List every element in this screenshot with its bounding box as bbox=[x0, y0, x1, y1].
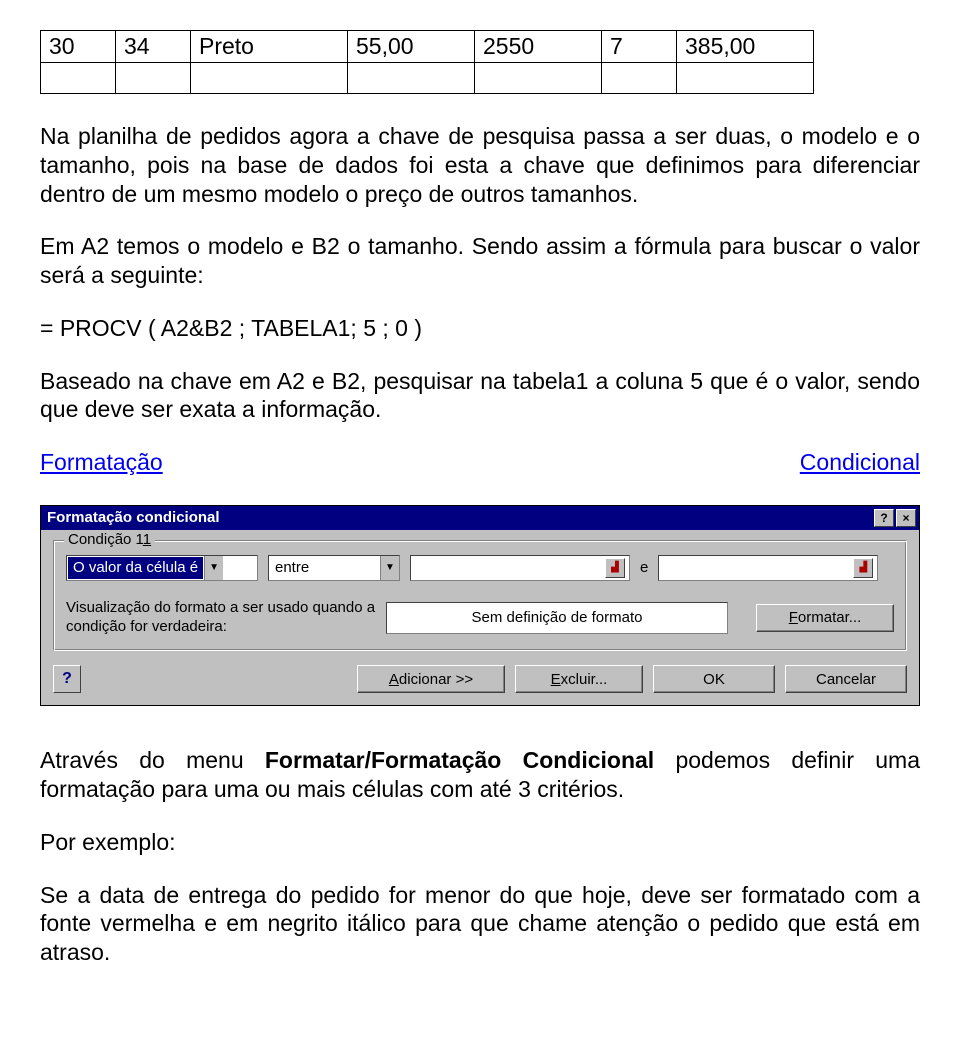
data-table: 30 34 Preto 55,00 2550 7 385,00 bbox=[40, 30, 814, 94]
paragraph: Se a data de entrega do pedido for menor… bbox=[40, 881, 920, 967]
titlebar-help-button[interactable]: ? bbox=[874, 509, 894, 527]
value2-field[interactable]: ▟ bbox=[658, 555, 878, 581]
paragraph: Baseado na chave em A2 e B2, pesquisar n… bbox=[40, 368, 920, 423]
paragraph: Na planilha de pedidos agora a chave de … bbox=[40, 123, 920, 207]
value1-field[interactable]: ▟ bbox=[410, 555, 630, 581]
close-icon: × bbox=[902, 512, 909, 524]
operator-combo[interactable]: entre ▼ bbox=[268, 555, 400, 581]
cell: 30 bbox=[41, 31, 116, 63]
cell: 7 bbox=[602, 31, 677, 63]
format-preview: Sem definição de formato bbox=[386, 602, 728, 634]
help-button[interactable]: ? bbox=[53, 665, 81, 693]
question-icon: ? bbox=[62, 670, 72, 688]
cell bbox=[602, 63, 677, 94]
paragraph: Em A2 temos o modelo e B2 o tamanho. Sen… bbox=[40, 233, 920, 288]
delete-button[interactable]: Excluir... bbox=[515, 665, 643, 693]
text: Através do menu bbox=[40, 747, 265, 773]
body-text: Na planilha de pedidos agora a chave de … bbox=[40, 122, 920, 477]
range-picker-icon[interactable]: ▟ bbox=[853, 558, 873, 578]
cancel-button[interactable]: Cancelar bbox=[785, 665, 907, 693]
cell: 55,00 bbox=[348, 31, 475, 63]
question-icon: ? bbox=[880, 512, 887, 524]
cell bbox=[41, 63, 116, 94]
cell bbox=[348, 63, 475, 94]
preview-label: Visualização do formato a ser usado quan… bbox=[66, 599, 376, 637]
between-label: e bbox=[640, 559, 648, 576]
combo-text: entre bbox=[269, 556, 380, 580]
cell: 34 bbox=[116, 31, 191, 63]
condition-groupbox: Condição 11 O valor da célula é ▼ entre … bbox=[53, 540, 907, 652]
add-button[interactable]: Adicionar >> bbox=[357, 665, 505, 693]
cell-value-combo[interactable]: O valor da célula é ▼ bbox=[66, 555, 258, 581]
format-button[interactable]: Formatar... bbox=[756, 604, 894, 632]
cell: Preto bbox=[191, 31, 348, 63]
ok-button[interactable]: OK bbox=[653, 665, 775, 693]
menu-path: Formatar/Formatação Condicional bbox=[265, 747, 654, 773]
cell bbox=[191, 63, 348, 94]
chevron-down-icon: ▼ bbox=[380, 556, 399, 580]
paragraph: Por exemplo: bbox=[40, 828, 920, 857]
formula: = PROCV ( A2&B2 ; TABELA1; 5 ; 0 ) bbox=[40, 314, 920, 343]
combo-text: O valor da célula é bbox=[68, 557, 203, 579]
dialog-title: Formatação condicional bbox=[47, 509, 220, 526]
range-picker-icon[interactable]: ▟ bbox=[605, 558, 625, 578]
titlebar-close-button[interactable]: × bbox=[896, 509, 916, 527]
cell bbox=[116, 63, 191, 94]
cell: 2550 bbox=[475, 31, 602, 63]
dialog-titlebar[interactable]: Formatação condicional ? × bbox=[41, 506, 919, 530]
cell bbox=[677, 63, 814, 94]
cell: 385,00 bbox=[677, 31, 814, 63]
table-row bbox=[41, 63, 814, 94]
section-right: Condicional bbox=[800, 448, 920, 477]
section-left: Formatação bbox=[40, 448, 163, 477]
chevron-down-icon: ▼ bbox=[204, 556, 223, 580]
groupbox-label: Condição 11 bbox=[64, 531, 155, 548]
section-heading: Formatação Condicional bbox=[40, 448, 920, 477]
table-row: 30 34 Preto 55,00 2550 7 385,00 bbox=[41, 31, 814, 63]
cell bbox=[475, 63, 602, 94]
body-text: Através do menu Formatar/Formatação Cond… bbox=[40, 746, 920, 967]
conditional-formatting-dialog: Formatação condicional ? × Condição 11 O… bbox=[40, 505, 920, 707]
